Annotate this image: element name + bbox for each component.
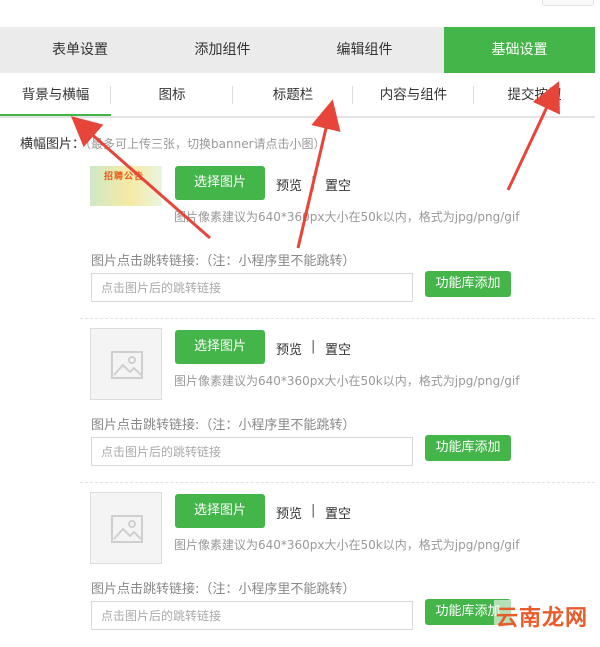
image-placeholder-icon [111, 515, 143, 543]
tab-form-settings[interactable]: 表单设置 [0, 27, 160, 73]
size-hint-3: 图片像素建议为640*360px大小在50k以内，格式为jpg/png/gif [174, 538, 520, 552]
banner-thumbnail-3[interactable] [90, 492, 162, 564]
subtab-background-banner[interactable]: 背景与横幅 [0, 74, 111, 116]
sub-tab-bar: 背景与横幅 图标 标题栏 内容与组件 提交按钮 [0, 74, 595, 118]
subtab-title-bar[interactable]: 标题栏 [233, 74, 353, 114]
banner-label-text: 横幅图片： [20, 137, 86, 152]
banner-label: 横幅图片：（最多可上传三张，切换banner请点击小图） [20, 133, 326, 152]
banner-thumbnail-1[interactable]: 招聘公告 [90, 166, 162, 206]
action-separator-1: | [311, 175, 316, 190]
action-separator-2: | [311, 339, 316, 354]
clear-link-1[interactable]: 置空 [325, 175, 351, 194]
tab-basic-settings[interactable]: 基础设置 [444, 27, 595, 73]
select-image-button-2[interactable]: 选择图片 [175, 330, 265, 364]
preview-link-3[interactable]: 预览 [276, 503, 302, 522]
corner-button[interactable] [542, 0, 594, 6]
jump-link-input-1[interactable] [91, 273, 413, 302]
banner-item-1: 招聘公告 选择图片 预览 | 置空 图片像素建议为640*360px大小在50k… [0, 164, 600, 319]
subtab-submit-button[interactable]: 提交按钮 [474, 74, 595, 114]
watermark-logo: 云南龙网 [493, 600, 590, 632]
jump-link-label-1: 图片点击跳转链接:（注：小程序里不能跳转） [91, 254, 356, 269]
jump-link-label-3: 图片点击跳转链接:（注：小程序里不能跳转） [91, 582, 356, 597]
item-divider [80, 318, 595, 319]
preview-link-2[interactable]: 预览 [276, 339, 302, 358]
action-separator-3: | [311, 503, 316, 518]
clear-link-2[interactable]: 置空 [325, 339, 351, 358]
preview-link-1[interactable]: 预览 [276, 175, 302, 194]
library-add-button-2[interactable]: 功能库添加 [425, 435, 511, 461]
size-hint-2: 图片像素建议为640*360px大小在50k以内，格式为jpg/png/gif [174, 374, 520, 388]
subtab-content-components[interactable]: 内容与组件 [353, 74, 474, 114]
tab-add-component[interactable]: 添加组件 [160, 27, 285, 73]
banner-thumbnail-2[interactable] [90, 328, 162, 400]
banner-item-2: 选择图片 预览 | 置空 图片像素建议为640*360px大小在50k以内，格式… [0, 328, 600, 483]
select-image-button-3[interactable]: 选择图片 [175, 494, 265, 528]
clear-link-3[interactable]: 置空 [325, 503, 351, 522]
image-placeholder-icon [111, 351, 143, 379]
banner-hint: （最多可上传三张，切换banner请点击小图） [85, 137, 326, 151]
jump-link-label-2: 图片点击跳转链接:（注：小程序里不能跳转） [91, 418, 356, 433]
tab-edit-component[interactable]: 编辑组件 [285, 27, 444, 73]
subtab-icon[interactable]: 图标 [111, 74, 233, 114]
size-hint-1: 图片像素建议为640*360px大小在50k以内，格式为jpg/png/gif [174, 210, 520, 224]
item-divider [80, 482, 595, 483]
library-add-button-1[interactable]: 功能库添加 [425, 271, 511, 297]
jump-link-input-2[interactable] [91, 437, 413, 466]
top-strip [0, 0, 600, 27]
main-tab-bar: 表单设置 添加组件 编辑组件 基础设置 [0, 27, 595, 73]
jump-link-input-3[interactable] [91, 601, 413, 630]
select-image-button-1[interactable]: 选择图片 [175, 166, 265, 200]
thumbnail-caption: 招聘公告 [104, 172, 145, 182]
